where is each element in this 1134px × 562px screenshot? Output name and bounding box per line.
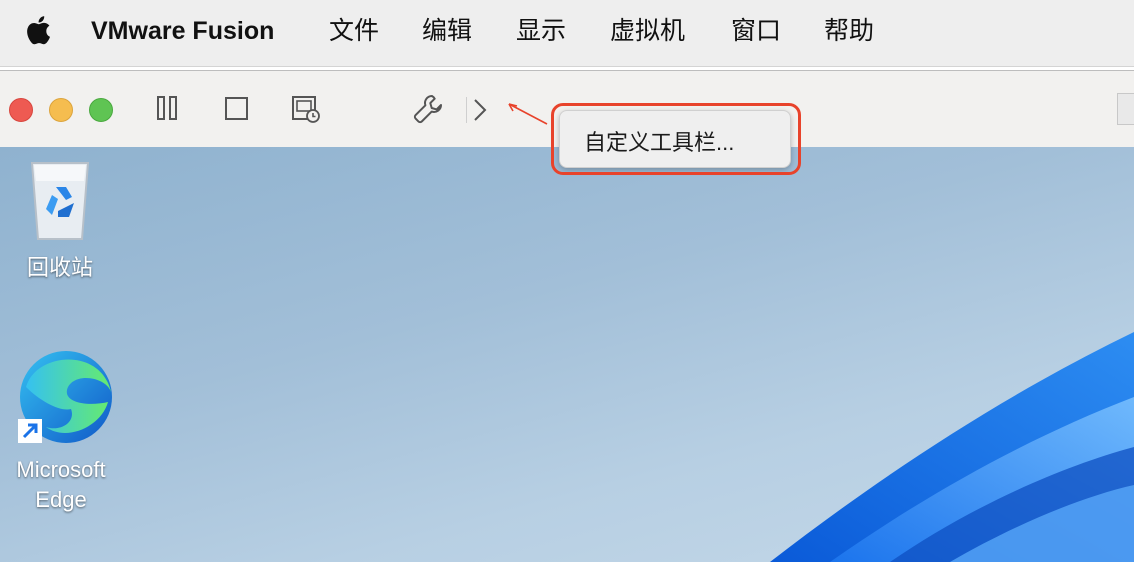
stop-icon[interactable]	[224, 96, 250, 122]
chevron-right-icon[interactable]	[472, 97, 488, 123]
guest-desktop: 回收站 Microsoft Edge	[0, 147, 1134, 562]
edge-label-line1: Microsoft	[16, 457, 106, 482]
highlight-box	[551, 103, 801, 175]
microsoft-edge-icon	[17, 351, 112, 443]
wallpaper-bloom	[770, 332, 1134, 562]
annotation-arrow-icon	[508, 103, 548, 125]
pause-icon[interactable]	[156, 95, 180, 121]
menu-virtual-machine[interactable]: 虚拟机	[610, 16, 685, 46]
recycle-bin-icon	[30, 162, 90, 240]
snapshot-icon[interactable]	[291, 93, 323, 125]
toolbar-separator	[466, 97, 467, 123]
recycle-bin-label: 回收站	[26, 255, 93, 280]
zoom-window-button[interactable]	[89, 98, 113, 122]
menu-bar: VMware Fusion 文件 编辑 显示 虚拟机 窗口 帮助	[0, 0, 1134, 67]
edge-label-line2: Edge	[35, 487, 87, 512]
menu-view[interactable]: 显示	[516, 16, 566, 46]
minimize-window-button[interactable]	[49, 98, 73, 122]
menu-app-name[interactable]: VMware Fusion	[91, 16, 274, 46]
menu-file[interactable]: 文件	[329, 16, 379, 46]
recycle-bin-desktop-icon[interactable]: 回收站	[14, 155, 106, 283]
menu-help[interactable]: 帮助	[824, 16, 874, 46]
settings-wrench-icon[interactable]	[412, 93, 444, 125]
apple-logo-icon[interactable]	[23, 13, 51, 47]
menu-edit[interactable]: 编辑	[422, 16, 472, 46]
menu-window[interactable]: 窗口	[731, 16, 781, 46]
toolbar-overflow-button[interactable]	[1117, 93, 1134, 125]
close-window-button[interactable]	[9, 98, 33, 122]
edge-desktop-icon[interactable]: Microsoft Edge	[2, 347, 120, 515]
